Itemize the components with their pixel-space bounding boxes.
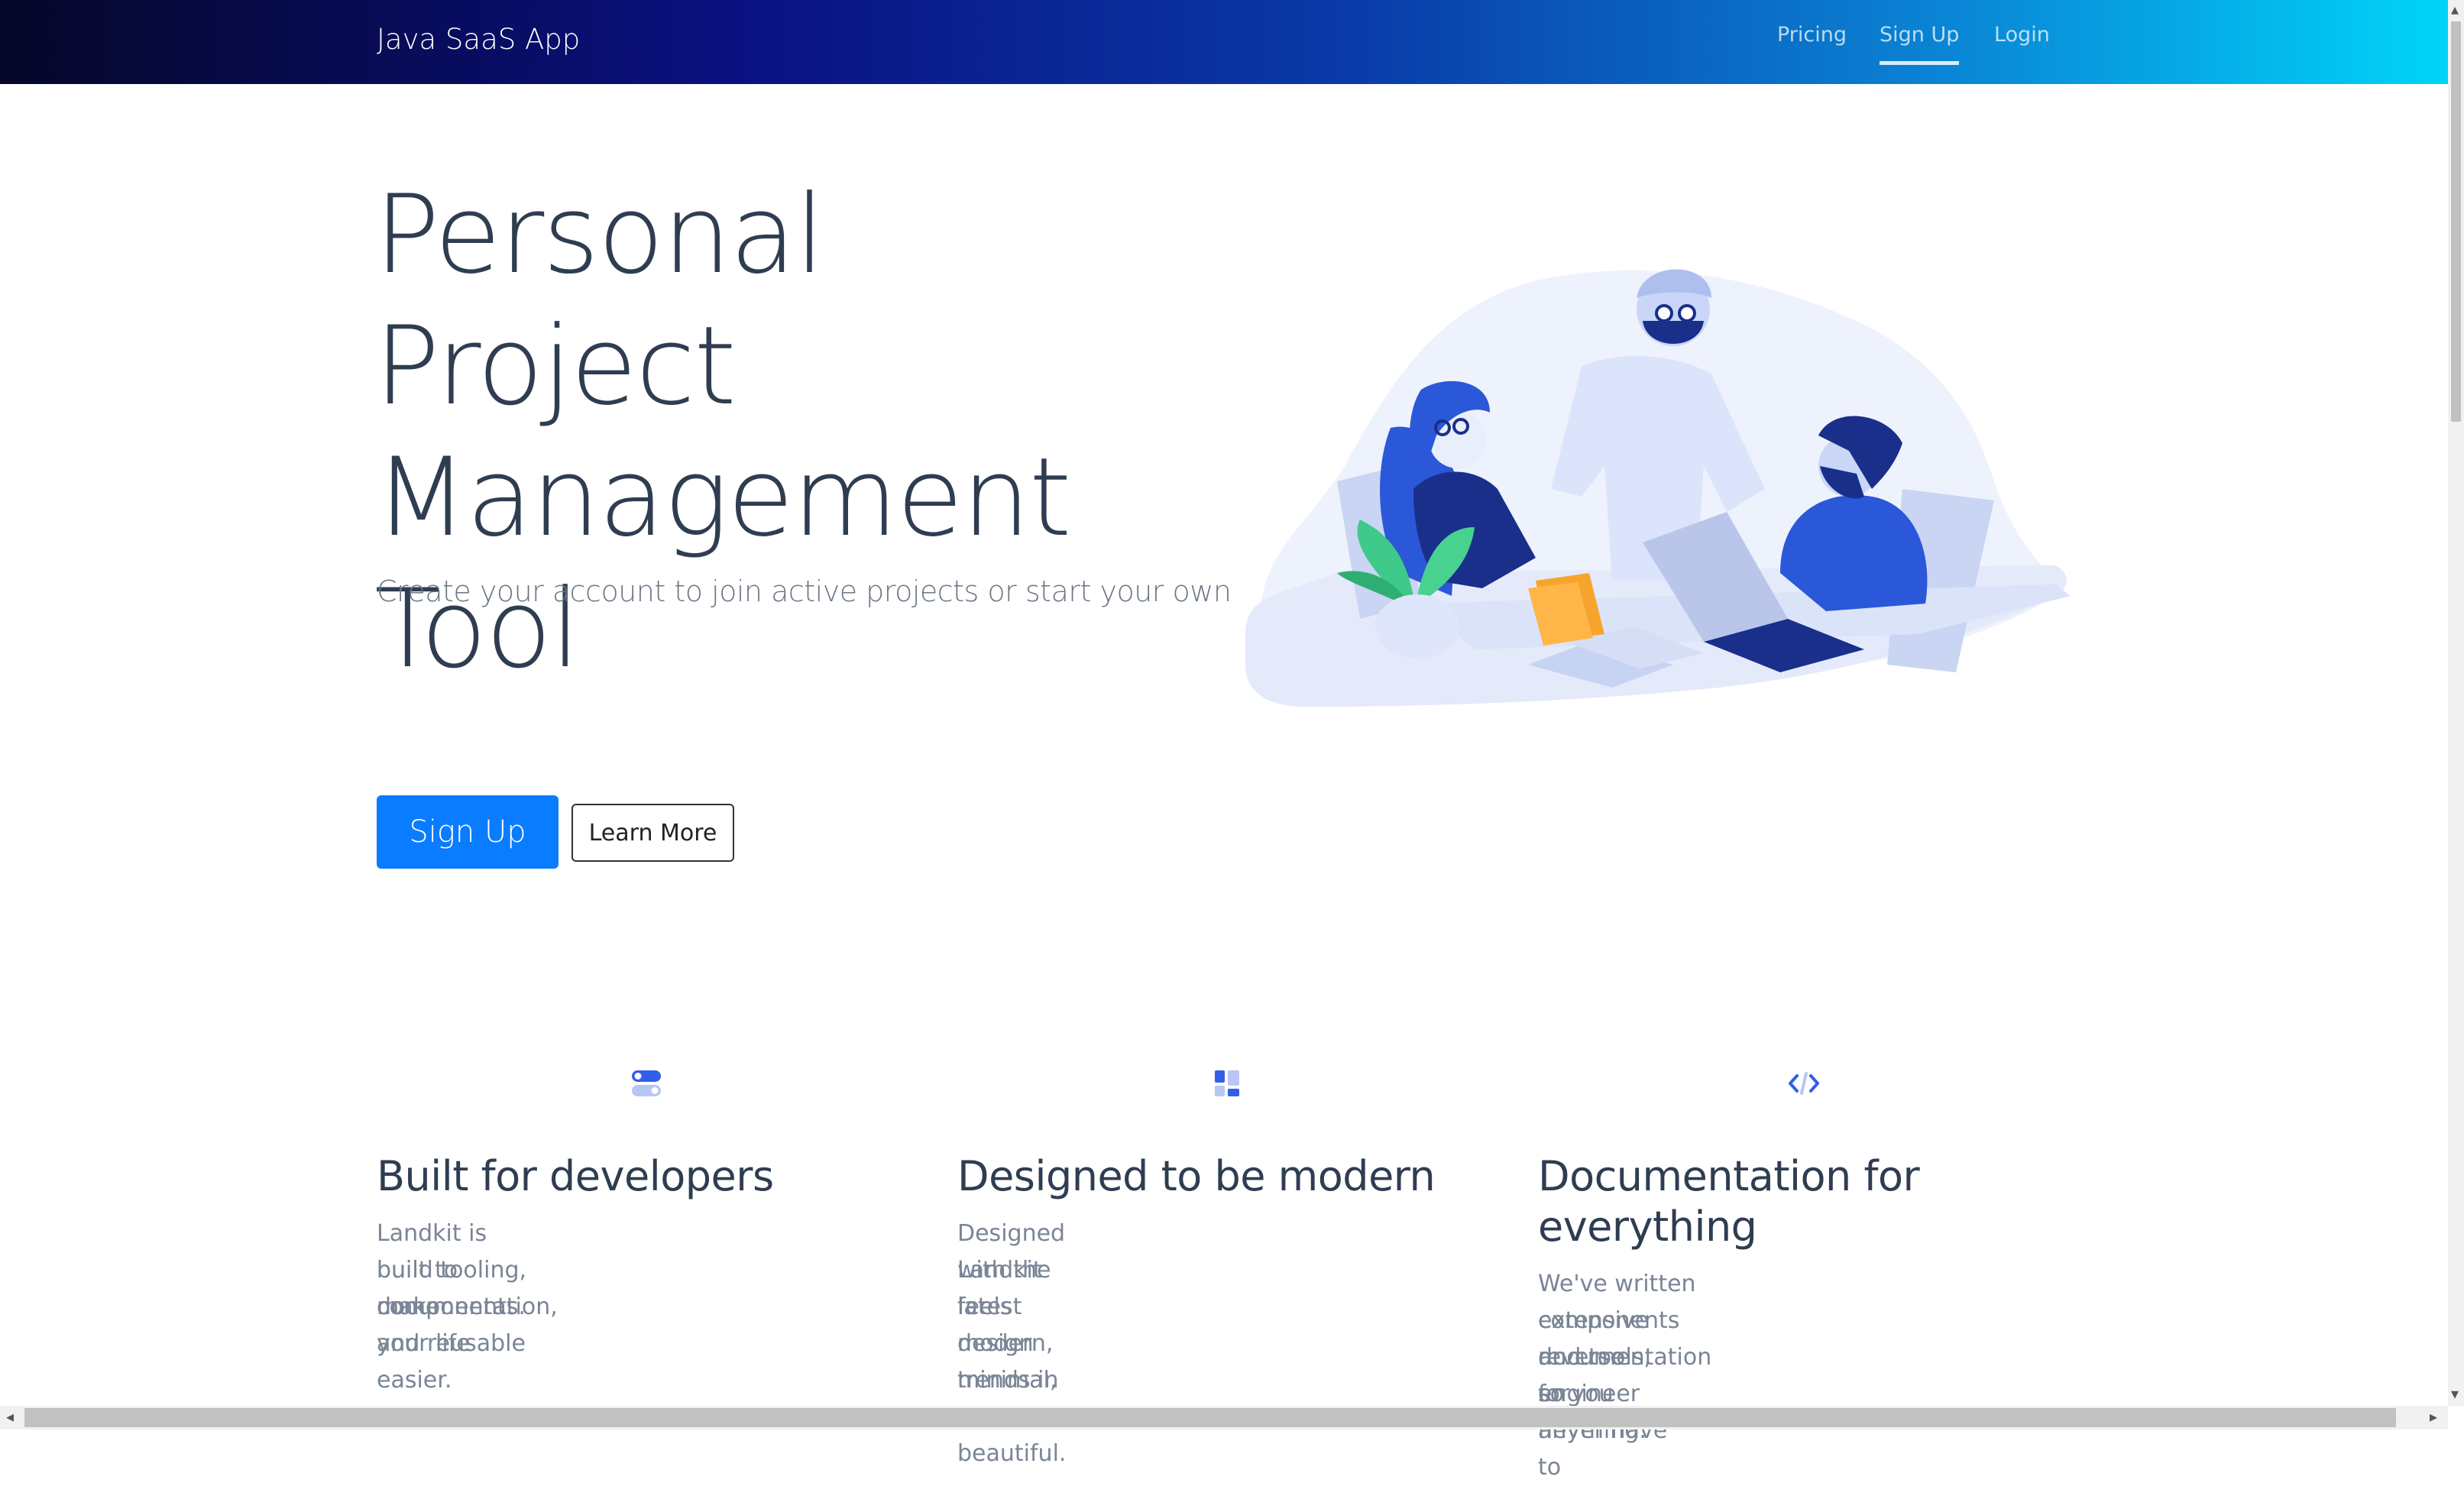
sign-up-button[interactable]: Sign Up [377, 795, 559, 869]
nav-link-pricing[interactable]: Pricing [1777, 20, 1847, 50]
hero-title-line: Management [374, 435, 1072, 561]
feature-title: Documentation for everything [1538, 1151, 2088, 1252]
scroll-right-icon[interactable]: ▸ [2430, 1407, 2437, 1426]
scroll-down-icon[interactable]: ▾ [2451, 1384, 2459, 1403]
nav-link-sign-up[interactable]: Sign Up [1880, 20, 1960, 65]
code-icon [1789, 1072, 1819, 1095]
scroll-left-icon[interactable]: ◂ [6, 1407, 14, 1426]
feature-title-line: Documentation for [1538, 1152, 1920, 1200]
hero-subtitle: Create your account to join active proje… [377, 575, 1232, 608]
feature-title-line: everything [1538, 1203, 1757, 1251]
layout-icon [1215, 1070, 1239, 1096]
nav-link-login[interactable]: Login [1994, 20, 2050, 50]
feature-title: Built for developers [377, 1152, 774, 1200]
toggle-icon [632, 1070, 661, 1096]
learn-more-button[interactable]: Learn More [571, 804, 734, 862]
feature-title: Designed to be modern [957, 1152, 1436, 1200]
feature-text-line: components. [377, 1293, 526, 1320]
brand-logo-text[interactable]: Java SaaS App [377, 17, 580, 63]
feature-text-line: Landkit feels modern, minimal, and beaut… [957, 1257, 1067, 1467]
horizontal-scroll-thumb[interactable] [24, 1408, 2396, 1427]
scroll-up-icon[interactable]: ▴ [2451, 0, 2459, 18]
hero-title-line: Personal Project [374, 172, 825, 429]
vertical-scroll-thumb[interactable] [2451, 21, 2461, 422]
feature-text-line: reverse engineer anything. [1538, 1344, 1646, 1444]
top-navbar: Java SaaS App Pricing Sign Up Login [0, 0, 2448, 84]
hero-title: Personal Project Management Tool [374, 170, 1215, 695]
team-illustration [1245, 269, 2071, 707]
